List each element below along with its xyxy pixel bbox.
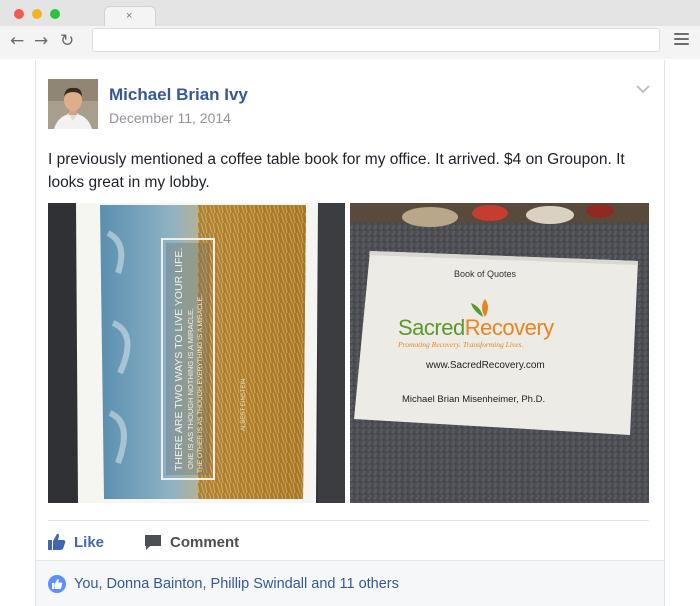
brand-name-part1: Sacred <box>398 315 465 340</box>
quote-text-block: THERE ARE TWO WAYS TO LIVE YOUR LIFE. ON… <box>166 243 210 475</box>
quote-line-1: THERE ARE TWO WAYS TO LIVE YOUR LIFE. <box>173 248 185 471</box>
comment-bubble-icon <box>145 534 161 550</box>
tab-close-icon[interactable]: × <box>126 10 132 22</box>
reload-icon[interactable]: ↻ <box>60 32 74 50</box>
thumbs-up-icon <box>48 533 66 550</box>
post-date[interactable]: December 11, 2014 <box>109 110 231 126</box>
avatar[interactable] <box>48 79 98 129</box>
card-author: Michael Brian Misenheimer, Ph.D. <box>402 394 546 405</box>
back-arrow-icon[interactable]: ← <box>10 32 24 50</box>
quote-author: ALBERT EINSTEIN <box>241 379 247 431</box>
window-maximize-button[interactable] <box>50 9 60 19</box>
comment-label: Comment <box>170 533 240 551</box>
chevron-down-icon[interactable] <box>636 81 650 99</box>
facebook-post: Michael Brian Ivy December 11, 2014 I pr… <box>35 60 665 606</box>
forward-arrow-icon[interactable]: → <box>34 32 48 50</box>
hamburger-menu-icon[interactable] <box>674 33 689 46</box>
brand-logo: SacredRecovery <box>398 315 554 341</box>
browser-toolbar: ← → ↻ <box>0 26 700 59</box>
tab-strip: × <box>0 0 700 27</box>
like-button[interactable]: Like <box>48 531 104 553</box>
quote-line-2: ONE IS AS THOUGH NOTHING IS A MIRACLE. <box>186 308 195 469</box>
browser-tab[interactable]: × <box>104 6 156 27</box>
address-bar[interactable] <box>92 28 660 52</box>
browser-chrome: × ← → ↻ <box>0 0 700 59</box>
like-reaction-icon <box>48 575 66 593</box>
card-tagline: Promoting Recovery. Transforming Lives. <box>398 340 524 349</box>
reactions-summary-link[interactable]: You, Donna Bainton, Phillip Swindall and… <box>74 576 399 592</box>
post-photo-book-page[interactable]: THERE ARE TWO WAYS TO LIVE YOUR LIFE. ON… <box>48 203 345 503</box>
action-divider <box>48 520 649 521</box>
like-label: Like <box>74 533 105 551</box>
post-author-link[interactable]: Michael Brian Ivy <box>109 85 248 105</box>
card-header: Book of Quotes <box>454 269 517 279</box>
card-website: www.SacredRecovery.com <box>426 360 545 371</box>
post-photo-business-card[interactable]: Book of Quotes SacredRecovery Promoting … <box>350 203 649 503</box>
post-text: I previously mentioned a coffee table bo… <box>48 151 625 191</box>
window-minimize-button[interactable] <box>32 9 42 19</box>
quote-line-3: THE OTHER IS AS THOUGH EVERYTHING IS A M… <box>197 295 204 473</box>
brand-name-part2: Recovery <box>464 315 554 340</box>
comment-button[interactable]: Comment <box>144 531 239 553</box>
window-close-button[interactable] <box>14 9 24 19</box>
reactions-bar: You, Donna Bainton, Phillip Swindall and… <box>36 560 664 606</box>
